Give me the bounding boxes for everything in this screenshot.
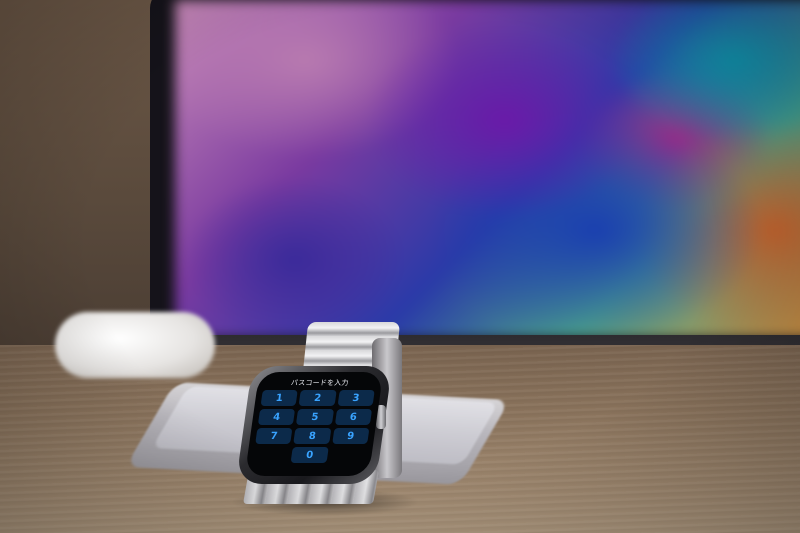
passcode-keypad: 1 2 3 4 5 6 7 8 9 0	[253, 390, 375, 463]
key-6[interactable]: 6	[334, 409, 373, 425]
key-4[interactable]: 4	[257, 409, 296, 425]
background-wall	[0, 0, 175, 360]
key-0[interactable]: 0	[290, 447, 329, 463]
airpods-case	[55, 312, 215, 378]
key-9[interactable]: 9	[331, 428, 370, 444]
key-2[interactable]: 2	[298, 390, 337, 406]
key-8[interactable]: 8	[293, 428, 332, 444]
laptop-screen	[175, 0, 800, 338]
watch-screen: パスコードを入力 1 2 3 4 5 6 7 8 9 0	[244, 372, 384, 476]
key-5[interactable]: 5	[296, 409, 334, 425]
key-1[interactable]: 1	[260, 390, 299, 406]
photo-scene: パスコードを入力 1 2 3 4 5 6 7 8 9 0	[0, 0, 800, 533]
passcode-title: パスコードを入力	[290, 379, 350, 387]
key-blank-right	[329, 447, 367, 463]
key-7[interactable]: 7	[255, 428, 293, 444]
key-3[interactable]: 3	[337, 390, 375, 406]
key-blank-left	[253, 447, 291, 463]
